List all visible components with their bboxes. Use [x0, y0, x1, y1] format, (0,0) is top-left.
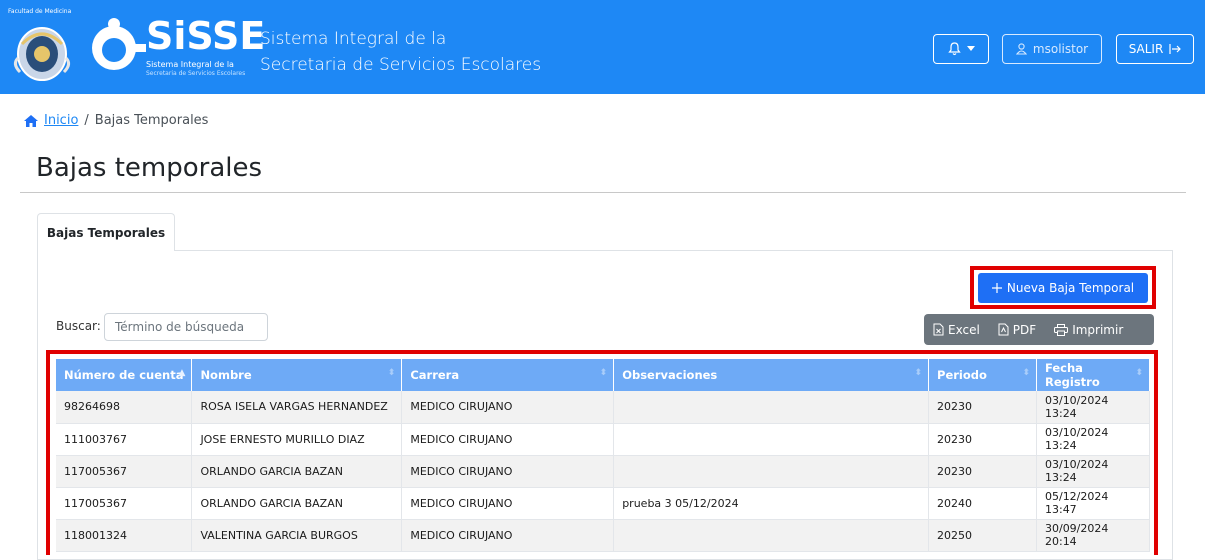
column-header-observaciones[interactable]: Observaciones ⬍ — [613, 359, 930, 391]
sort-icon: ⬍ — [599, 368, 608, 378]
pdf-file-icon — [998, 323, 1009, 336]
cell-carrera: MEDICO CIRUJANO — [401, 519, 615, 552]
cell-fecha-registro: 03/10/2024 13:24 — [1036, 423, 1151, 456]
export-button-group: Excel PDF Imprimir — [924, 314, 1154, 345]
faculty-crest-logo: Facultad de Medicina — [8, 8, 76, 88]
bajas-table: Número de cuenta ▲ Nombre ⬍ Carrera ⬍ Obser… — [56, 359, 1151, 552]
column-header-fecha-registro[interactable]: Fecha Registro ⬍ — [1036, 359, 1151, 391]
title-divider — [20, 192, 1186, 193]
cell-nombre: JOSE ERNESTO MURILLO DIAZ — [191, 423, 403, 456]
cell-fecha-registro: 03/10/2024 13:24 — [1036, 391, 1151, 424]
top-navbar: Facultad de Medicina SiSSE Sistema Integ… — [0, 0, 1205, 94]
app-title: Sistema Integral de la Secretaria de Ser… — [260, 26, 541, 78]
sort-icon: ⬍ — [1135, 368, 1143, 378]
cell-observaciones: prueba 3 05/12/2024 — [613, 487, 930, 520]
logo-wordmark: SiSSE — [146, 14, 266, 58]
table-header-row: Número de cuenta ▲ Nombre ⬍ Carrera ⬍ Obser… — [56, 359, 1151, 391]
print-button[interactable]: Imprimir — [1045, 314, 1132, 345]
pdf-label: PDF — [1012, 322, 1037, 337]
table-row[interactable]: 111003767 JOSE ERNESTO MURILLO DIAZ MEDI… — [56, 423, 1151, 456]
app-title-line1: Sistema Integral de la — [260, 29, 447, 49]
cell-nombre: ORLANDO GARCIA BAZAN — [191, 487, 403, 520]
cell-observaciones — [613, 455, 930, 488]
search-input[interactable]: Término de búsqueda — [104, 313, 268, 341]
notifications-button[interactable] — [933, 34, 989, 64]
column-header-cuenta[interactable]: Número de cuenta ▲ — [56, 359, 193, 391]
search-label: Buscar: — [56, 319, 101, 333]
home-icon — [24, 114, 38, 127]
cell-carrera: MEDICO CIRUJANO — [401, 391, 615, 424]
printer-icon — [1054, 323, 1069, 336]
cell-cuenta: 111003767 — [56, 423, 193, 456]
breadcrumb: Inicio / Bajas Temporales — [24, 113, 208, 128]
user-button[interactable]: msolistor — [1002, 34, 1102, 64]
cell-observaciones — [613, 423, 930, 456]
table-row[interactable]: 117005367 ORLANDO GARCIA BAZAN MEDICO CI… — [56, 455, 1151, 488]
cell-periodo: 20240 — [928, 487, 1037, 520]
cell-carrera: MEDICO CIRUJANO — [401, 423, 615, 456]
cell-carrera: MEDICO CIRUJANO — [401, 487, 615, 520]
print-label: Imprimir — [1072, 322, 1124, 337]
cell-nombre: ORLANDO GARCIA BAZAN — [191, 455, 403, 488]
cell-periodo: 20230 — [928, 391, 1037, 424]
user-name: msolistor — [1032, 42, 1089, 56]
sort-icon: ⬍ — [1022, 368, 1030, 378]
cell-cuenta: 98264698 — [56, 391, 193, 424]
plus-icon — [991, 283, 1002, 293]
sort-icon: ⬍ — [387, 368, 396, 378]
cell-cuenta: 117005367 — [56, 487, 193, 520]
cell-cuenta: 117005367 — [56, 455, 193, 488]
excel-export-button[interactable]: Excel — [924, 314, 989, 345]
app-title-line2: Secretaria de Servicios Escolares — [260, 55, 542, 75]
excel-label: Excel — [948, 322, 980, 337]
tab-bajas-temporales[interactable]: Bajas Temporales — [37, 213, 175, 251]
column-header-periodo[interactable]: Periodo ⬍ — [928, 359, 1037, 391]
cell-observaciones — [613, 519, 930, 552]
chevron-down-icon — [966, 46, 975, 52]
new-button-label: Nueva Baja Temporal — [1006, 281, 1135, 295]
breadcrumb-separator: / — [84, 113, 89, 128]
cell-carrera: MEDICO CIRUJANO — [401, 455, 615, 488]
column-header-nombre[interactable]: Nombre ⬍ — [191, 359, 403, 391]
cell-fecha-registro: 03/10/2024 13:24 — [1036, 455, 1151, 488]
sisse-logo: SiSSE Sistema Integral de la Secretaria … — [86, 14, 265, 80]
table-row[interactable]: 98264698 ROSA ISELA VARGAS HERNANDEZ MED… — [56, 391, 1151, 424]
logo-tagline: Secretaria de Servicios Escolares — [146, 70, 246, 77]
sort-asc-icon: ▲ — [178, 368, 186, 378]
cell-cuenta: 118001324 — [56, 519, 193, 552]
logo-subtitle: Sistema Integral de la — [146, 60, 234, 69]
table-row[interactable]: 118001324 VALENTINA GARCIA BURGOS MEDICO… — [56, 519, 1151, 552]
column-header-carrera[interactable]: Carrera ⬍ — [401, 359, 615, 391]
table-row[interactable]: 117005367 ORLANDO GARCIA BAZAN MEDICO CI… — [56, 487, 1151, 520]
cell-observaciones — [613, 391, 930, 424]
cell-nombre: VALENTINA GARCIA BURGOS — [191, 519, 403, 552]
user-icon — [1015, 43, 1027, 55]
breadcrumb-home-link[interactable]: Inicio — [44, 113, 78, 128]
cell-periodo: 20250 — [928, 519, 1037, 552]
cell-nombre: ROSA ISELA VARGAS HERNANDEZ — [191, 391, 403, 424]
excel-file-icon — [933, 323, 944, 336]
logout-label: SALIR — [1128, 42, 1164, 56]
cell-periodo: 20230 — [928, 455, 1037, 488]
cell-fecha-registro: 30/09/2024 20:14 — [1036, 519, 1151, 552]
pdf-export-button[interactable]: PDF — [989, 314, 1045, 345]
cell-fecha-registro: 05/12/2024 13:47 — [1036, 487, 1151, 520]
sort-icon: ⬍ — [914, 368, 923, 378]
new-baja-temporal-button[interactable]: Nueva Baja Temporal — [978, 273, 1148, 303]
breadcrumb-current: Bajas Temporales — [94, 113, 209, 128]
cell-periodo: 20230 — [928, 423, 1037, 456]
page-title: Bajas temporales — [36, 153, 263, 183]
bell-icon — [947, 42, 961, 56]
logout-button[interactable]: SALIR — [1116, 34, 1194, 64]
logout-icon — [1169, 43, 1182, 55]
